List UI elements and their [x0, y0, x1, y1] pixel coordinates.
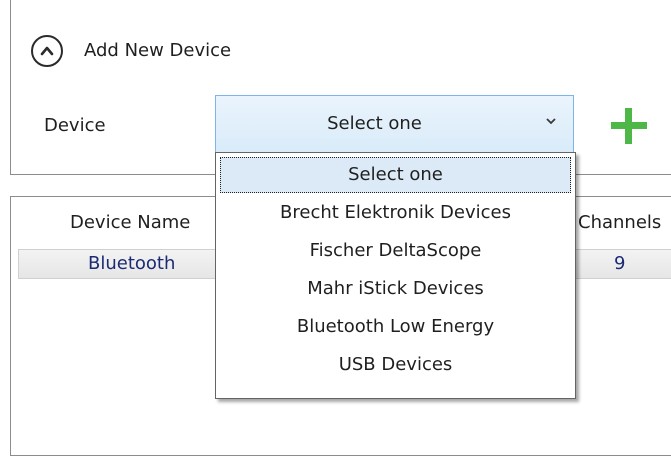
device-select-value: Select one [327, 113, 422, 134]
device-label: Device [44, 115, 106, 136]
option-mahr-istick[interactable]: Mahr iStick Devices [220, 271, 571, 307]
chevron-down-icon [546, 118, 556, 125]
column-header-device-name[interactable]: Device Name [70, 210, 190, 236]
cell-device-name: Bluetooth [88, 253, 176, 274]
column-header-channels[interactable]: Channels [578, 210, 661, 236]
option-select-one[interactable]: Select one [220, 157, 571, 193]
device-select[interactable]: Select one [215, 95, 574, 153]
option-fischer-deltascope[interactable]: Fischer DeltaScope [220, 233, 571, 269]
option-bluetooth-low-energy[interactable]: Bluetooth Low Energy [220, 309, 571, 345]
add-device-plus-icon[interactable] [611, 108, 647, 144]
cell-channels: 9 [614, 253, 626, 274]
device-dropdown-list[interactable]: Select one Brecht Elektronik Devices Fis… [215, 152, 576, 399]
collapse-expander-icon[interactable] [31, 35, 63, 67]
add-new-device-title: Add New Device [84, 40, 232, 61]
option-brecht-elektronik[interactable]: Brecht Elektronik Devices [220, 195, 571, 231]
chevron-up-icon [40, 46, 54, 56]
option-usb-devices[interactable]: USB Devices [220, 347, 571, 383]
